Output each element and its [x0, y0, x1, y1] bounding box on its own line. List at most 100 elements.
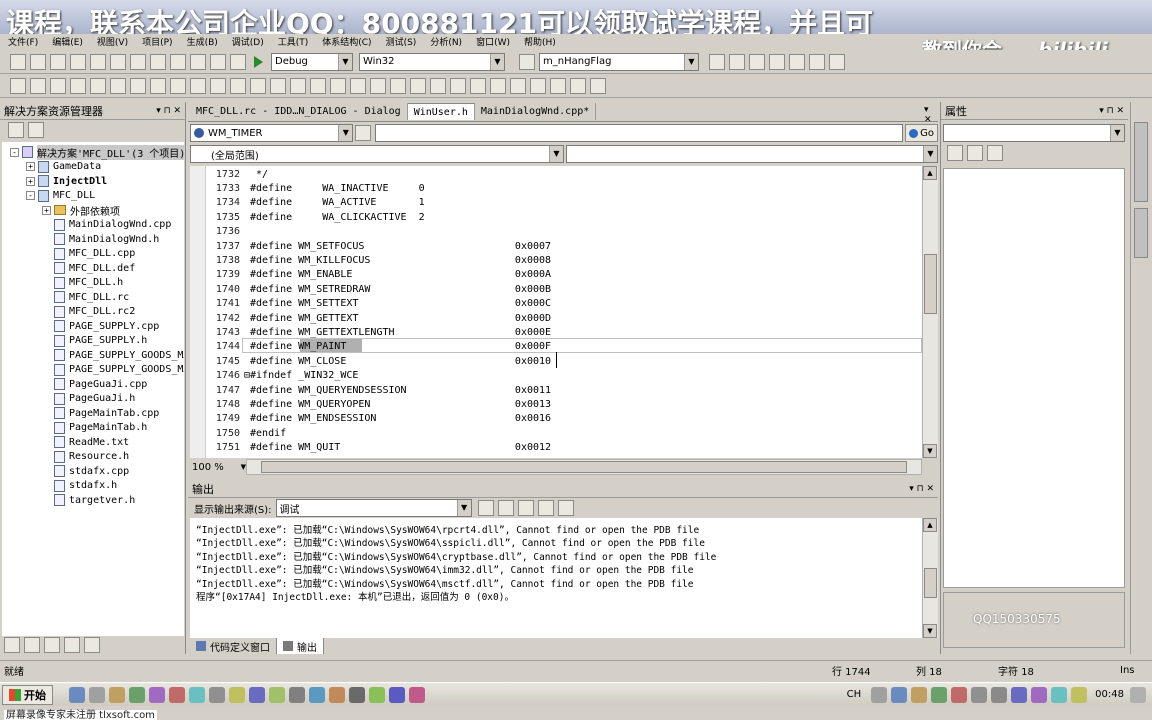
- menu-item[interactable]: 生成(B): [187, 35, 218, 48]
- scroll-up-icon[interactable]: ▲: [923, 518, 937, 532]
- menu-item[interactable]: 文件(F): [8, 35, 38, 48]
- app-icon-5[interactable]: [149, 686, 165, 703]
- platform-select[interactable]: Win32 ▼: [359, 52, 505, 71]
- tray-icon-6[interactable]: [971, 686, 988, 703]
- tree-item[interactable]: PAGE_SUPPLY_GOODS_MAN: [2, 363, 184, 378]
- copy-icon[interactable]: [130, 53, 146, 70]
- properties-icon[interactable]: [8, 122, 24, 138]
- menu-item[interactable]: 分析(N): [430, 35, 462, 48]
- property-manager-tab-icon[interactable]: [64, 637, 80, 653]
- menu-item[interactable]: 窗口(W): [476, 35, 510, 48]
- comment-icon[interactable]: [130, 77, 146, 94]
- editor-tab[interactable]: MainDialogWnd.cpp*: [475, 103, 597, 120]
- app-icon-14[interactable]: [329, 686, 345, 703]
- debug-icon-8[interactable]: [390, 77, 406, 94]
- tree-item[interactable]: PAGE_SUPPLY_GOODS_MAN: [2, 348, 184, 363]
- menu-item[interactable]: 编辑(E): [52, 35, 83, 48]
- lang-indicator[interactable]: CH: [847, 689, 862, 700]
- save-icon[interactable]: [70, 53, 86, 70]
- tree-item[interactable]: + 外部依赖项: [2, 203, 184, 218]
- tree-item[interactable]: PageGuaJi.cpp: [2, 377, 184, 392]
- paste-icon[interactable]: [150, 53, 166, 70]
- tree-item[interactable]: MainDialogWnd.h: [2, 232, 184, 247]
- app-icon-1[interactable]: [69, 686, 85, 703]
- collapse-icon[interactable]: -: [10, 147, 19, 157]
- menu-item[interactable]: 项目(P): [142, 35, 172, 48]
- find-in-files-icon[interactable]: [519, 53, 535, 70]
- menu-item[interactable]: 视图(V): [97, 35, 128, 48]
- tray-icon-1[interactable]: [871, 686, 888, 703]
- prev-message-icon[interactable]: [497, 500, 514, 516]
- tree-item[interactable]: ReadMe.txt: [2, 435, 184, 450]
- solution-explorer-tab-icon[interactable]: [4, 637, 20, 653]
- hscroll-thumb[interactable]: [261, 461, 907, 473]
- function-select[interactable]: ▼: [566, 145, 938, 163]
- start-debug-icon[interactable]: [254, 55, 263, 68]
- collapse-icon[interactable]: -: [26, 191, 35, 201]
- new-project-icon[interactable]: [10, 53, 26, 70]
- debug-icon-2[interactable]: [270, 77, 286, 94]
- word-wrap-icon[interactable]: [557, 500, 574, 516]
- pin-close-icons[interactable]: ▾ ⊓ ✕: [156, 106, 181, 116]
- output-text[interactable]: “InjectDll.exe”: 已加载“C:\Windows\SysWOW64…: [190, 518, 922, 638]
- app-icon-16[interactable]: [369, 686, 385, 703]
- debug-icon-12[interactable]: [470, 77, 486, 94]
- pin-close-icons[interactable]: ▾ ⊓ ✕: [1099, 106, 1124, 116]
- show-desktop-icon[interactable]: [1130, 686, 1146, 703]
- toggle-icon-5[interactable]: [90, 77, 106, 94]
- tray-icon-5[interactable]: [951, 686, 968, 703]
- app-icon-8[interactable]: [209, 686, 225, 703]
- add-item-icon[interactable]: [30, 53, 46, 70]
- tree-item[interactable]: MFC_DLL.def: [2, 261, 184, 276]
- app-icon-17[interactable]: [389, 686, 405, 703]
- show-all-files-icon[interactable]: [28, 122, 44, 138]
- tree-item[interactable]: stdafx.cpp: [2, 464, 184, 479]
- expand-icon[interactable]: +: [26, 176, 35, 186]
- output-vscrollbar[interactable]: ▲ ▼: [922, 518, 938, 638]
- bookmark-icon[interactable]: [170, 77, 186, 94]
- clear-bookmark-icon[interactable]: [230, 77, 246, 94]
- properties-object-select[interactable]: ▼: [943, 124, 1125, 142]
- tab-output[interactable]: 输出: [277, 638, 324, 654]
- app-icon-6[interactable]: [169, 686, 185, 703]
- cut-icon[interactable]: [110, 53, 126, 70]
- uncomment-icon[interactable]: [150, 77, 166, 94]
- alphabetical-icon[interactable]: [967, 145, 983, 161]
- categorized-icon[interactable]: [947, 145, 963, 161]
- class-view-tab-icon[interactable]: [24, 637, 40, 653]
- tree-item[interactable]: + InjectDll: [2, 174, 184, 189]
- tree-item[interactable]: PageMainTab.h: [2, 421, 184, 436]
- tray-icon-2[interactable]: [891, 686, 908, 703]
- editor-tab[interactable]: MFC_DLL.rc - IDD…N_DIALOG - Dialog: [190, 103, 408, 120]
- editor-tab-close-icon[interactable]: ▾ ✕: [924, 105, 938, 125]
- debug-icon-7[interactable]: [370, 77, 386, 94]
- app-icon-15[interactable]: [349, 686, 365, 703]
- network-icon[interactable]: [1011, 686, 1028, 703]
- scroll-thumb[interactable]: [924, 568, 937, 598]
- debug-icon-13[interactable]: [490, 77, 506, 94]
- start-button[interactable]: 开始: [2, 684, 53, 705]
- clock[interactable]: 00:48: [1095, 689, 1124, 700]
- volume-icon[interactable]: [991, 686, 1008, 703]
- member-select[interactable]: WM_TIMER ▼: [190, 124, 354, 142]
- tree-item[interactable]: - MFC_DLL: [2, 189, 184, 204]
- start-page-icon[interactable]: [789, 53, 805, 70]
- navigate-icon[interactable]: [355, 125, 372, 141]
- menu-item[interactable]: 体系结构(C): [322, 35, 371, 48]
- solution-explorer-icon[interactable]: [709, 53, 725, 70]
- debug-icon-1[interactable]: [250, 77, 266, 94]
- app-icon-3[interactable]: [109, 686, 125, 703]
- resource-view-tab-icon[interactable]: [44, 637, 60, 653]
- tree-item[interactable]: + GameData: [2, 160, 184, 175]
- menu-item[interactable]: 调试(D): [232, 35, 264, 48]
- app-icon-2[interactable]: [89, 686, 105, 703]
- output-source-select[interactable]: 调试 ▼: [275, 499, 472, 517]
- extensions-icon[interactable]: [829, 53, 845, 70]
- next-message-icon[interactable]: [517, 500, 534, 516]
- tree-item[interactable]: stdafx.h: [2, 479, 184, 494]
- debug-icon-17[interactable]: [570, 77, 586, 94]
- toggle-icon-2[interactable]: [30, 77, 46, 94]
- debug-icon-11[interactable]: [450, 77, 466, 94]
- go-button[interactable]: Go: [905, 124, 938, 142]
- redo-icon[interactable]: [190, 53, 206, 70]
